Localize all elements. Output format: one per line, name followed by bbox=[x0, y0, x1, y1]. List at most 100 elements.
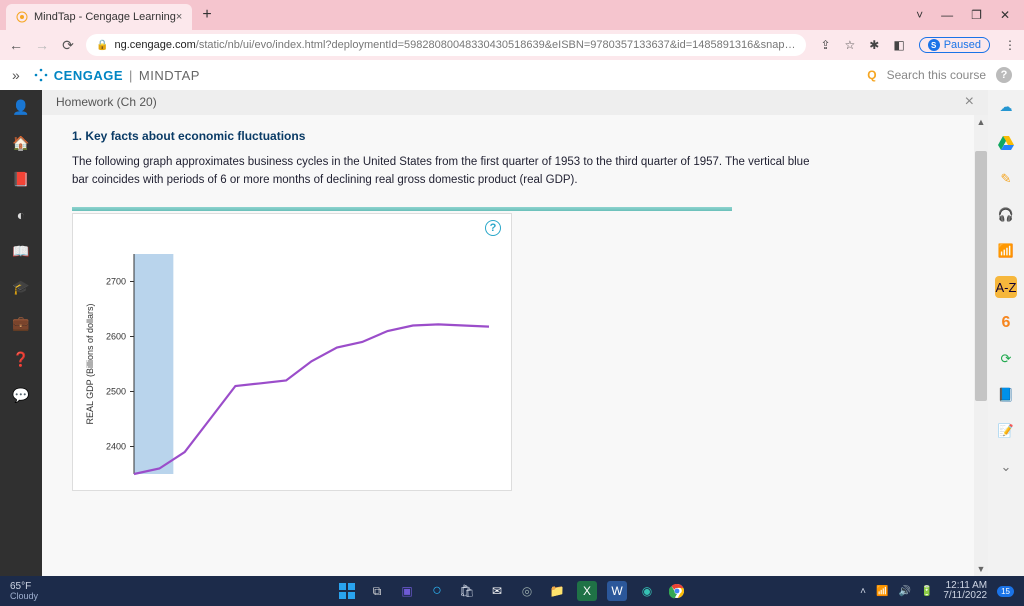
close-window-icon[interactable]: ✕ bbox=[1000, 8, 1010, 22]
compose-icon[interactable]: 📝 bbox=[995, 420, 1017, 442]
home-icon[interactable]: 🏠 bbox=[12, 134, 30, 152]
store-icon[interactable]: 🛍 bbox=[457, 581, 477, 601]
brand: CENGAGE | MINDTAP bbox=[34, 68, 200, 83]
compass-icon[interactable]: ◐ bbox=[12, 206, 30, 224]
explorer-icon[interactable]: 📁 bbox=[547, 581, 567, 601]
volume-icon[interactable]: 🔊 bbox=[898, 586, 910, 597]
url-host: ng.cengage.com bbox=[114, 39, 195, 51]
scroll-thumb[interactable] bbox=[975, 151, 987, 401]
browser-toolbar: ← → ⟳ 🔒 ng.cengage.com /static/nb/ui/evo… bbox=[0, 30, 1024, 60]
profile-icon[interactable]: 👤 bbox=[12, 98, 30, 116]
six-icon[interactable]: 6 bbox=[995, 312, 1017, 334]
forward-icon[interactable]: → bbox=[34, 37, 50, 53]
svg-text:2600: 2600 bbox=[106, 332, 126, 342]
chat-icon[interactable]: 💬 bbox=[12, 386, 30, 404]
svg-text:2400: 2400 bbox=[106, 442, 126, 452]
drive-icon[interactable] bbox=[995, 132, 1017, 154]
expand-sidebar-icon[interactable]: » bbox=[12, 67, 20, 83]
weather-cond: Cloudy bbox=[10, 592, 38, 601]
brand-name: CENGAGE bbox=[54, 68, 123, 83]
reload-icon[interactable]: ⟳ bbox=[60, 37, 76, 54]
chart-card: ? 2400250026002700REAL GDP (Billions of … bbox=[72, 213, 512, 491]
start-icon[interactable] bbox=[337, 581, 357, 601]
word-icon[interactable]: W bbox=[607, 581, 627, 601]
help-icon[interactable]: ? bbox=[996, 67, 1012, 83]
panel-icon[interactable]: ◧ bbox=[893, 38, 904, 52]
close-panel-icon[interactable]: × bbox=[965, 93, 974, 111]
extensions-icon[interactable]: ✱ bbox=[869, 38, 879, 52]
clock[interactable]: 12:11 AM 7/11/2022 bbox=[943, 581, 987, 602]
lock-icon: 🔒 bbox=[96, 40, 108, 51]
section-divider bbox=[72, 207, 732, 211]
breadcrumb-bar: Homework (Ch 20) × bbox=[42, 90, 988, 115]
battery-icon[interactable]: 🔋 bbox=[921, 586, 933, 597]
brand-logo-icon bbox=[34, 68, 48, 82]
share-icon[interactable]: ⇪ bbox=[820, 38, 830, 52]
book-icon[interactable]: 📕 bbox=[12, 170, 30, 188]
browser-tab[interactable]: MindTap - Cengage Learning × bbox=[6, 4, 192, 30]
weather-temp: 65°F bbox=[10, 582, 38, 592]
more-down-icon[interactable]: ⌄ bbox=[995, 456, 1017, 478]
clock-time: 12:11 AM bbox=[943, 581, 987, 592]
scroll-up-icon[interactable]: ▲ bbox=[976, 117, 986, 127]
left-sidebar: 👤 🏠 📕 ◐ 📖 🎓 💼 ❓ 💬 bbox=[0, 90, 42, 576]
gdp-line-chart: 2400250026002700REAL GDP (Billions of do… bbox=[79, 244, 499, 484]
tray-chevron-icon[interactable]: ˄ bbox=[860, 586, 866, 597]
svg-text:2500: 2500 bbox=[106, 387, 126, 397]
profile-paused-pill[interactable]: S Paused bbox=[919, 37, 990, 53]
new-tab-button[interactable]: + bbox=[192, 6, 221, 24]
paused-label: Paused bbox=[944, 39, 981, 51]
tab-favicon-icon bbox=[16, 11, 28, 23]
star-icon[interactable]: ☆ bbox=[845, 38, 856, 52]
cortana-icon[interactable]: ○ bbox=[427, 581, 447, 601]
dell-icon[interactable]: ◎ bbox=[517, 581, 537, 601]
section-paragraph: The following graph approximates busines… bbox=[72, 153, 812, 190]
tab-title: MindTap - Cengage Learning bbox=[34, 11, 176, 23]
brand-separator: | bbox=[129, 68, 133, 83]
grad-cap-icon[interactable]: 🎓 bbox=[12, 278, 30, 296]
reader-icon[interactable]: 📖 bbox=[12, 242, 30, 260]
weather-widget[interactable]: 65°F Cloudy bbox=[10, 582, 38, 601]
edge-icon[interactable]: ◉ bbox=[637, 581, 657, 601]
svg-text:REAL GDP (Billions of dollars): REAL GDP (Billions of dollars) bbox=[85, 304, 95, 425]
maximize-icon[interactable]: ❐ bbox=[971, 8, 982, 22]
chevron-down-icon[interactable]: ˅ bbox=[916, 8, 923, 22]
profile-avatar-icon: S bbox=[928, 39, 940, 51]
right-sidebar: ☁ ✎ 🎧 📶 A-Z 6 ⟳ 📘 📝 ⌄ bbox=[988, 90, 1024, 576]
chart-help-icon[interactable]: ? bbox=[485, 220, 501, 236]
scroll-down-icon[interactable]: ▼ bbox=[976, 564, 986, 574]
headphones-icon[interactable]: 🎧 bbox=[995, 204, 1017, 226]
url-path: /static/nb/ui/evo/index.html?deploymentI… bbox=[196, 39, 796, 51]
app-header: » CENGAGE | MINDTAP Q Search this course… bbox=[0, 60, 1024, 90]
product-name: MINDTAP bbox=[139, 68, 200, 83]
back-icon[interactable]: ← bbox=[8, 37, 24, 53]
taskview-icon[interactable]: ⧉ bbox=[367, 581, 387, 601]
glossary-az-icon[interactable]: A-Z bbox=[995, 276, 1017, 298]
breadcrumb-title: Homework (Ch 20) bbox=[56, 95, 157, 109]
refresh-icon[interactable]: ⟳ bbox=[995, 348, 1017, 370]
question-icon[interactable]: ❓ bbox=[12, 350, 30, 368]
cloud-icon[interactable]: ☁ bbox=[995, 96, 1017, 118]
briefcase-icon[interactable]: 💼 bbox=[12, 314, 30, 332]
pencil-icon[interactable]: ✎ bbox=[995, 168, 1017, 190]
minimize-icon[interactable]: — bbox=[941, 8, 953, 22]
notebook-icon[interactable]: 📘 bbox=[995, 384, 1017, 406]
search-icon[interactable]: Q bbox=[867, 68, 876, 82]
content-area: 1. Key facts about economic fluctuations… bbox=[42, 115, 988, 576]
notifications-badge[interactable]: 15 bbox=[997, 586, 1014, 597]
address-bar[interactable]: 🔒 ng.cengage.com /static/nb/ui/evo/index… bbox=[86, 34, 806, 56]
search-placeholder[interactable]: Search this course bbox=[887, 68, 986, 82]
media-icon[interactable]: ▣ bbox=[397, 581, 417, 601]
tab-close-icon[interactable]: × bbox=[176, 11, 182, 23]
main-content: Homework (Ch 20) × 1. Key facts about ec… bbox=[42, 90, 988, 576]
mail-icon[interactable]: ✉ bbox=[487, 581, 507, 601]
section-title: 1. Key facts about economic fluctuations bbox=[72, 129, 958, 143]
excel-icon[interactable]: X bbox=[577, 581, 597, 601]
rss-icon[interactable]: 📶 bbox=[995, 240, 1017, 262]
kebab-menu-icon[interactable]: ⋮ bbox=[1004, 38, 1016, 52]
wifi-icon[interactable]: 📶 bbox=[876, 586, 888, 597]
chrome-icon[interactable] bbox=[667, 581, 687, 601]
vertical-scrollbar[interactable]: ▲ ▼ bbox=[974, 115, 988, 576]
clock-date: 7/11/2022 bbox=[943, 591, 987, 602]
browser-tab-strip: MindTap - Cengage Learning × + ˅ — ❐ ✕ bbox=[0, 0, 1024, 30]
